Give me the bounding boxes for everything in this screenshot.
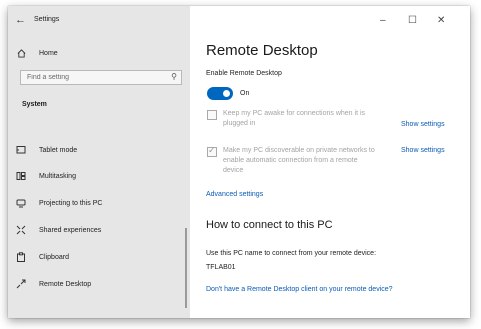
shared-experiences-icon (14, 225, 28, 235)
toggle-knob (223, 90, 230, 97)
pc-name: TFLAB01 (206, 264, 236, 271)
toggle-state-label: On (240, 90, 250, 97)
multitasking-icon (14, 171, 28, 181)
keep-awake-show-settings-link[interactable]: Show settings (401, 121, 445, 128)
search-input[interactable] (21, 71, 162, 84)
search-box[interactable]: ⚲ (20, 70, 182, 85)
discoverable-text: Make my PC discoverable on private netwo… (223, 146, 413, 176)
sidebar-item-tablet-mode[interactable]: Tablet mode (14, 142, 77, 158)
connect-heading: How to connect to this PC (206, 219, 333, 231)
enable-remote-desktop-toggle[interactable] (207, 87, 233, 100)
sidebar-item-label: Projecting to this PC (39, 199, 103, 207)
sidebar-item-label: Tablet mode (39, 146, 78, 154)
sidebar-scrollbar[interactable] (185, 228, 187, 308)
discoverable-text-line: enable automatic connection from a remot… (223, 157, 358, 164)
home-icon (14, 48, 28, 58)
sidebar-item-clipboard[interactable]: Clipboard (14, 249, 69, 265)
discoverable-text-line: device (223, 167, 244, 174)
advanced-settings-link[interactable]: Advanced settings (206, 191, 263, 198)
sidebar-item-label: Home (39, 49, 58, 57)
sidebar-item-label: Remote Desktop (39, 280, 92, 288)
sidebar-item-shared-experiences[interactable]: Shared experiences (14, 222, 101, 238)
sidebar: ← Settings Home ⚲ System Tablet mode Mul… (8, 6, 190, 318)
keep-awake-text-line: plugged in (223, 120, 256, 127)
sidebar-item-label: Clipboard (39, 253, 69, 261)
back-arrow-icon[interactable]: ← (15, 14, 26, 26)
search-icon[interactable]: ⚲ (171, 72, 177, 81)
section-label: System (22, 101, 47, 108)
close-button[interactable]: ✕ (437, 16, 445, 26)
remote-desktop-client-link[interactable]: Don't have a Remote Desktop client on yo… (206, 286, 393, 293)
discoverable-show-settings-link[interactable]: Show settings (401, 147, 445, 154)
sidebar-item-label: Multitasking (39, 172, 76, 180)
page-title: Remote Desktop (206, 42, 318, 59)
checkmark-icon: ✓ (208, 145, 216, 155)
settings-window: ← Settings Home ⚲ System Tablet mode Mul… (8, 6, 470, 318)
minimize-button[interactable]: – (380, 16, 386, 26)
keep-awake-text-line: Keep my PC awake for connections when it… (223, 110, 366, 117)
sidebar-item-remote-desktop[interactable]: Remote Desktop (14, 276, 91, 292)
discoverable-checkbox[interactable]: ✓ (207, 145, 217, 157)
sidebar-item-projecting[interactable]: Projecting to this PC (14, 195, 102, 211)
keep-awake-text: Keep my PC awake for connections when it… (223, 109, 413, 129)
sidebar-item-home[interactable]: Home (14, 45, 58, 61)
clipboard-icon (14, 252, 28, 262)
enable-label: Enable Remote Desktop (206, 70, 282, 77)
tablet-icon (14, 145, 28, 155)
discoverable-text-line: Make my PC discoverable on private netwo… (223, 147, 375, 154)
sidebar-item-multitasking[interactable]: Multitasking (14, 168, 76, 184)
window-title: Settings (34, 16, 60, 23)
main-content: – ☐ ✕ Remote Desktop Enable Remote Deskt… (190, 6, 470, 318)
keep-awake-checkbox[interactable] (207, 110, 217, 120)
sidebar-item-label: Shared experiences (39, 226, 102, 234)
connect-instructions: Use this PC name to connect from your re… (206, 250, 377, 257)
remote-desktop-icon (14, 279, 28, 289)
maximize-button[interactable]: ☐ (408, 16, 417, 26)
projecting-icon (14, 198, 28, 208)
